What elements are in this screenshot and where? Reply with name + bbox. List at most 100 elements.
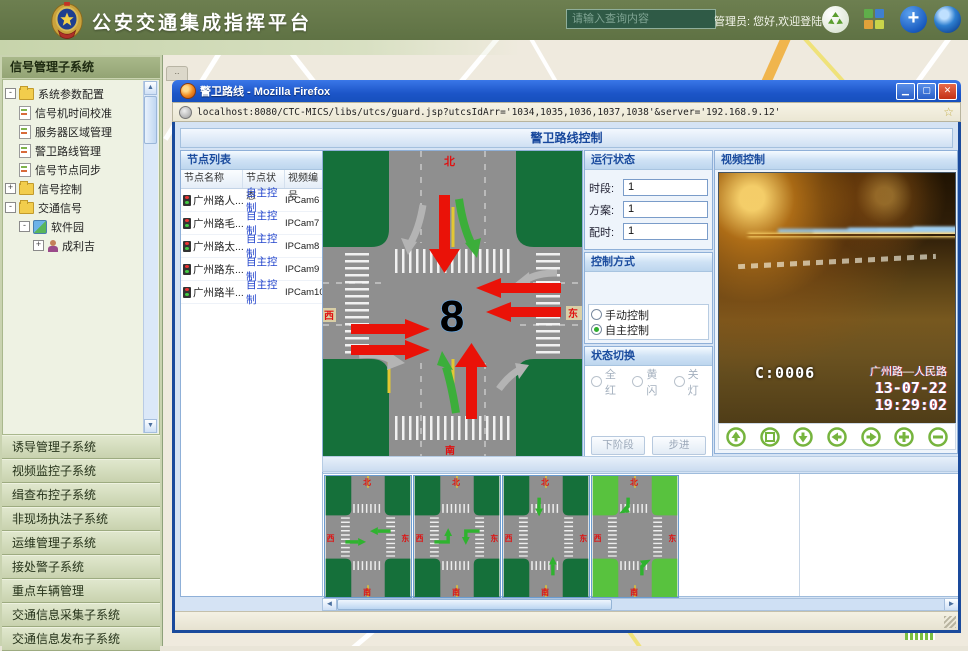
svg-text:西: 西	[594, 534, 602, 543]
plan-field[interactable]: 1	[623, 201, 708, 218]
desktop: { "header": { "title": "公安交通集成指挥平台", "se…	[0, 0, 968, 646]
step-button[interactable]: 步进	[652, 436, 706, 455]
zoom-out-icon[interactable]	[927, 426, 949, 448]
phase-thumbnail-strip: 北南西东 北南西东 北南西东 北南西东	[322, 473, 959, 597]
maximize-button[interactable]: ▢	[917, 83, 936, 100]
expand-icon[interactable]	[5, 183, 16, 194]
modules-grid-icon[interactable]	[864, 9, 884, 29]
pan-up-icon[interactable]	[725, 426, 747, 448]
svg-text:北: 北	[541, 477, 549, 487]
tree-node-intersection[interactable]: 成利吉	[5, 236, 143, 255]
globe-icon[interactable]	[934, 6, 961, 33]
svg-text:东: 东	[490, 533, 498, 543]
tree-node-server-region[interactable]: 服务器区域管理	[5, 122, 143, 141]
minimize-button[interactable]: ▁	[896, 83, 915, 100]
strip-divider	[799, 474, 800, 596]
officer-icon	[47, 240, 58, 252]
url-text[interactable]: localhost:8080/CTC-MICS/libs/utcs/guard.…	[197, 107, 943, 118]
collapse-icon[interactable]	[5, 202, 16, 213]
site-favicon	[179, 106, 192, 119]
radio-unselected-icon[interactable]	[591, 309, 602, 320]
tree-node-param-config[interactable]: 系统参数配置	[5, 84, 143, 103]
all-red-option[interactable]: 全红	[591, 374, 623, 389]
phase-thumbnail-2[interactable]: 北南西东	[413, 475, 501, 598]
sidebar: 信号管理子系统 系统参数配置 信号机时间校准 服务器区域管理 警卫路线管理	[0, 55, 163, 646]
camera-date: 13-07-22	[870, 380, 947, 397]
scroll-right-icon[interactable]: ►	[944, 599, 958, 610]
sidebar-item-operations[interactable]: 运维管理子系统	[2, 531, 160, 555]
radio-disabled-icon[interactable]	[632, 376, 643, 387]
close-button[interactable]: ✕	[938, 83, 957, 100]
scrollbar-thumb[interactable]	[144, 96, 157, 144]
refresh-icon[interactable]	[822, 6, 849, 33]
tree-scrollbar[interactable]: ▲ ▼	[143, 81, 158, 433]
traffic-light-icon	[183, 287, 191, 298]
firefox-icon	[180, 83, 196, 99]
svg-text:北: 北	[452, 477, 460, 487]
collapse-icon[interactable]	[19, 221, 30, 232]
lights-off-option[interactable]: 关灯	[674, 374, 706, 389]
sidebar-item-alarm[interactable]: 接处警子系统	[2, 555, 160, 579]
ptz-controls	[718, 423, 956, 450]
sidebar-item-guidance[interactable]: 诱导管理子系统	[2, 435, 160, 459]
cctv-video-feed[interactable]: C:0006 广州路—人民路 13-07-22 19:29:02	[718, 172, 956, 427]
collapse-icon[interactable]	[5, 88, 16, 99]
folder-icon	[19, 202, 34, 214]
tree-node-signal-sync[interactable]: 信号节点同步	[5, 160, 143, 179]
document-edit-icon	[19, 106, 31, 120]
tree-node-guard-route[interactable]: 警卫路线管理	[5, 141, 143, 160]
scrollbar-thumb[interactable]	[337, 599, 612, 610]
node-row[interactable]: 广州路半... 自主控制 IPCam10	[181, 281, 322, 304]
radio-disabled-icon[interactable]	[674, 376, 685, 387]
svg-text:南: 南	[452, 587, 460, 597]
sidebar-item-key-vehicles[interactable]: 重点车辆管理	[2, 579, 160, 603]
resize-grip[interactable]	[944, 616, 956, 628]
sidebar-item-offsite-enforcement[interactable]: 非现场执法子系统	[2, 507, 160, 531]
map-collapsed-tab[interactable]: ..	[166, 66, 188, 81]
radio-selected-icon[interactable]	[591, 324, 602, 335]
svg-text:南: 南	[630, 587, 638, 597]
sidebar-active-system[interactable]: 信号管理子系统	[2, 57, 160, 78]
phase-thumbnail-4[interactable]: 北南西东	[591, 475, 679, 598]
tree-node-traffic-signal[interactable]: 交通信号	[5, 198, 143, 217]
pan-left-icon[interactable]	[826, 426, 848, 448]
stop-icon[interactable]	[759, 426, 781, 448]
radio-disabled-icon[interactable]	[591, 376, 602, 387]
sidebar-item-info-collection[interactable]: 交通信息采集子系统	[2, 603, 160, 627]
scroll-up-icon[interactable]: ▲	[144, 81, 157, 95]
pan-right-icon[interactable]	[860, 426, 882, 448]
window-content: 警卫路线控制 节点列表 节点名称 节点状态 视频编号 广州路人... 自主控制 …	[172, 122, 961, 633]
zoom-in-icon[interactable]	[893, 426, 915, 448]
window-statusbar	[175, 611, 958, 630]
expand-icon[interactable]	[33, 240, 44, 251]
tree-node-software-park[interactable]: 软件园	[5, 217, 143, 236]
tree-node-time-calibration[interactable]: 信号机时间校准	[5, 103, 143, 122]
sidebar-item-info-release[interactable]: 交通信息发布子系统	[2, 627, 160, 651]
bookmark-star-icon[interactable]: ☆	[943, 105, 954, 119]
scroll-down-icon[interactable]: ▼	[144, 419, 157, 433]
add-icon[interactable]: +	[900, 6, 927, 33]
svg-text:南: 南	[541, 587, 549, 597]
sidebar-item-video-monitor[interactable]: 视频监控子系统	[2, 459, 160, 483]
window-titlebar[interactable]: 警卫路线 - Mozilla Firefox ▁ ▢ ✕	[172, 80, 961, 102]
manual-control-option[interactable]: 手动控制	[591, 307, 706, 322]
phase-thumbnail-3[interactable]: 北南西东	[502, 475, 590, 598]
node-list-title: 节点列表	[181, 151, 322, 170]
pan-down-icon[interactable]	[792, 426, 814, 448]
address-bar[interactable]: localhost:8080/CTC-MICS/libs/utcs/guard.…	[172, 102, 961, 122]
sidebar-item-investigation[interactable]: 缉查布控子系统	[2, 483, 160, 507]
search-input[interactable]	[566, 9, 716, 29]
node-status-link[interactable]: 自主控制	[243, 277, 285, 307]
phase-thumbnail-1[interactable]: 北南西东	[324, 475, 412, 598]
traffic-light-icon	[183, 218, 191, 229]
horizontal-scrollbar[interactable]: ◄ ►	[322, 598, 959, 611]
timing-field[interactable]: 1	[623, 223, 708, 240]
next-stage-button[interactable]: 下阶段	[591, 436, 645, 455]
yellow-flash-option[interactable]: 黄闪	[632, 374, 664, 389]
scroll-left-icon[interactable]: ◄	[323, 599, 337, 610]
auto-control-option[interactable]: 自主控制	[591, 322, 706, 337]
recycle-glyph	[827, 11, 844, 28]
guard-route-window: 警卫路线 - Mozilla Firefox ▁ ▢ ✕ localhost:8…	[172, 80, 961, 633]
tree-node-signal-control[interactable]: 信号控制	[5, 179, 143, 198]
period-field[interactable]: 1	[623, 179, 708, 196]
